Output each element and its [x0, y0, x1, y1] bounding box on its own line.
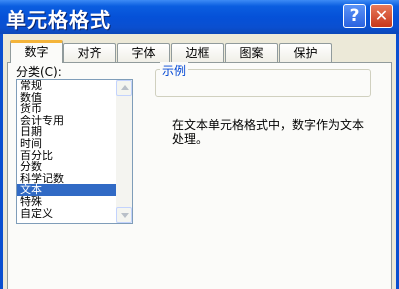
tab-patterns[interactable]: 图案 [225, 43, 278, 62]
tab-number[interactable]: 数字 [10, 40, 63, 63]
tab-label: 数字 [24, 45, 49, 59]
category-item[interactable]: 特殊 [17, 196, 116, 208]
window-border-left [0, 34, 3, 289]
close-button[interactable]: ✕ [370, 4, 393, 28]
category-item[interactable]: 文本 [17, 184, 116, 196]
title-bar[interactable]: 单元格格式 ? ✕ [0, 0, 399, 34]
category-item[interactable]: 会计专用 [17, 115, 116, 127]
scroll-down-button[interactable] [116, 207, 132, 223]
category-scrollbar[interactable] [116, 80, 132, 223]
tab-protection[interactable]: 保护 [279, 43, 332, 62]
tab-label: 字体 [131, 46, 156, 60]
category-item[interactable]: 自定义 [17, 208, 116, 220]
tab-label: 边框 [185, 46, 210, 60]
tab-border[interactable]: 边框 [171, 43, 224, 62]
scroll-up-button[interactable] [116, 80, 132, 96]
category-item[interactable]: 分数 [17, 161, 116, 173]
help-button[interactable]: ? [343, 4, 366, 28]
category-item[interactable]: 常规 [17, 80, 116, 92]
category-item[interactable]: 科学记数 [17, 173, 116, 185]
dialog-title: 单元格格式 [6, 8, 111, 32]
category-items: 常规 数值 货币 会计专用 日期 时间 百分比 分数 科学记数 文本 特殊 自定义 [17, 80, 116, 219]
chevron-down-icon [121, 213, 129, 218]
category-item[interactable]: 日期 [17, 126, 116, 138]
help-icon: ? [349, 6, 360, 26]
tab-label: 对齐 [77, 46, 102, 60]
sample-label: 示例 [160, 62, 189, 79]
category-list[interactable]: 常规 数值 货币 会计专用 日期 时间 百分比 分数 科学记数 文本 特殊 自定义 [16, 79, 133, 224]
chevron-up-icon [121, 85, 129, 90]
tab-label: 保护 [293, 46, 318, 60]
category-item[interactable]: 货币 [17, 103, 116, 115]
format-cells-dialog: 单元格格式 ? ✕ 数字 对齐 字体 边框 图案 保护 分类(C): 常规 数值货… [0, 0, 399, 289]
close-icon: ✕ [374, 6, 389, 25]
category-item[interactable]: 百分比 [17, 150, 116, 162]
tab-font[interactable]: 字体 [117, 43, 170, 62]
category-item[interactable]: 时间 [17, 138, 116, 150]
tab-alignment[interactable]: 对齐 [63, 43, 116, 62]
category-item[interactable]: 数值 [17, 92, 116, 104]
format-description: 在文本单元格格式中，数字作为文本处理。 [172, 118, 365, 146]
category-label: 分类(C): [16, 65, 62, 79]
tab-label: 图案 [239, 46, 264, 60]
